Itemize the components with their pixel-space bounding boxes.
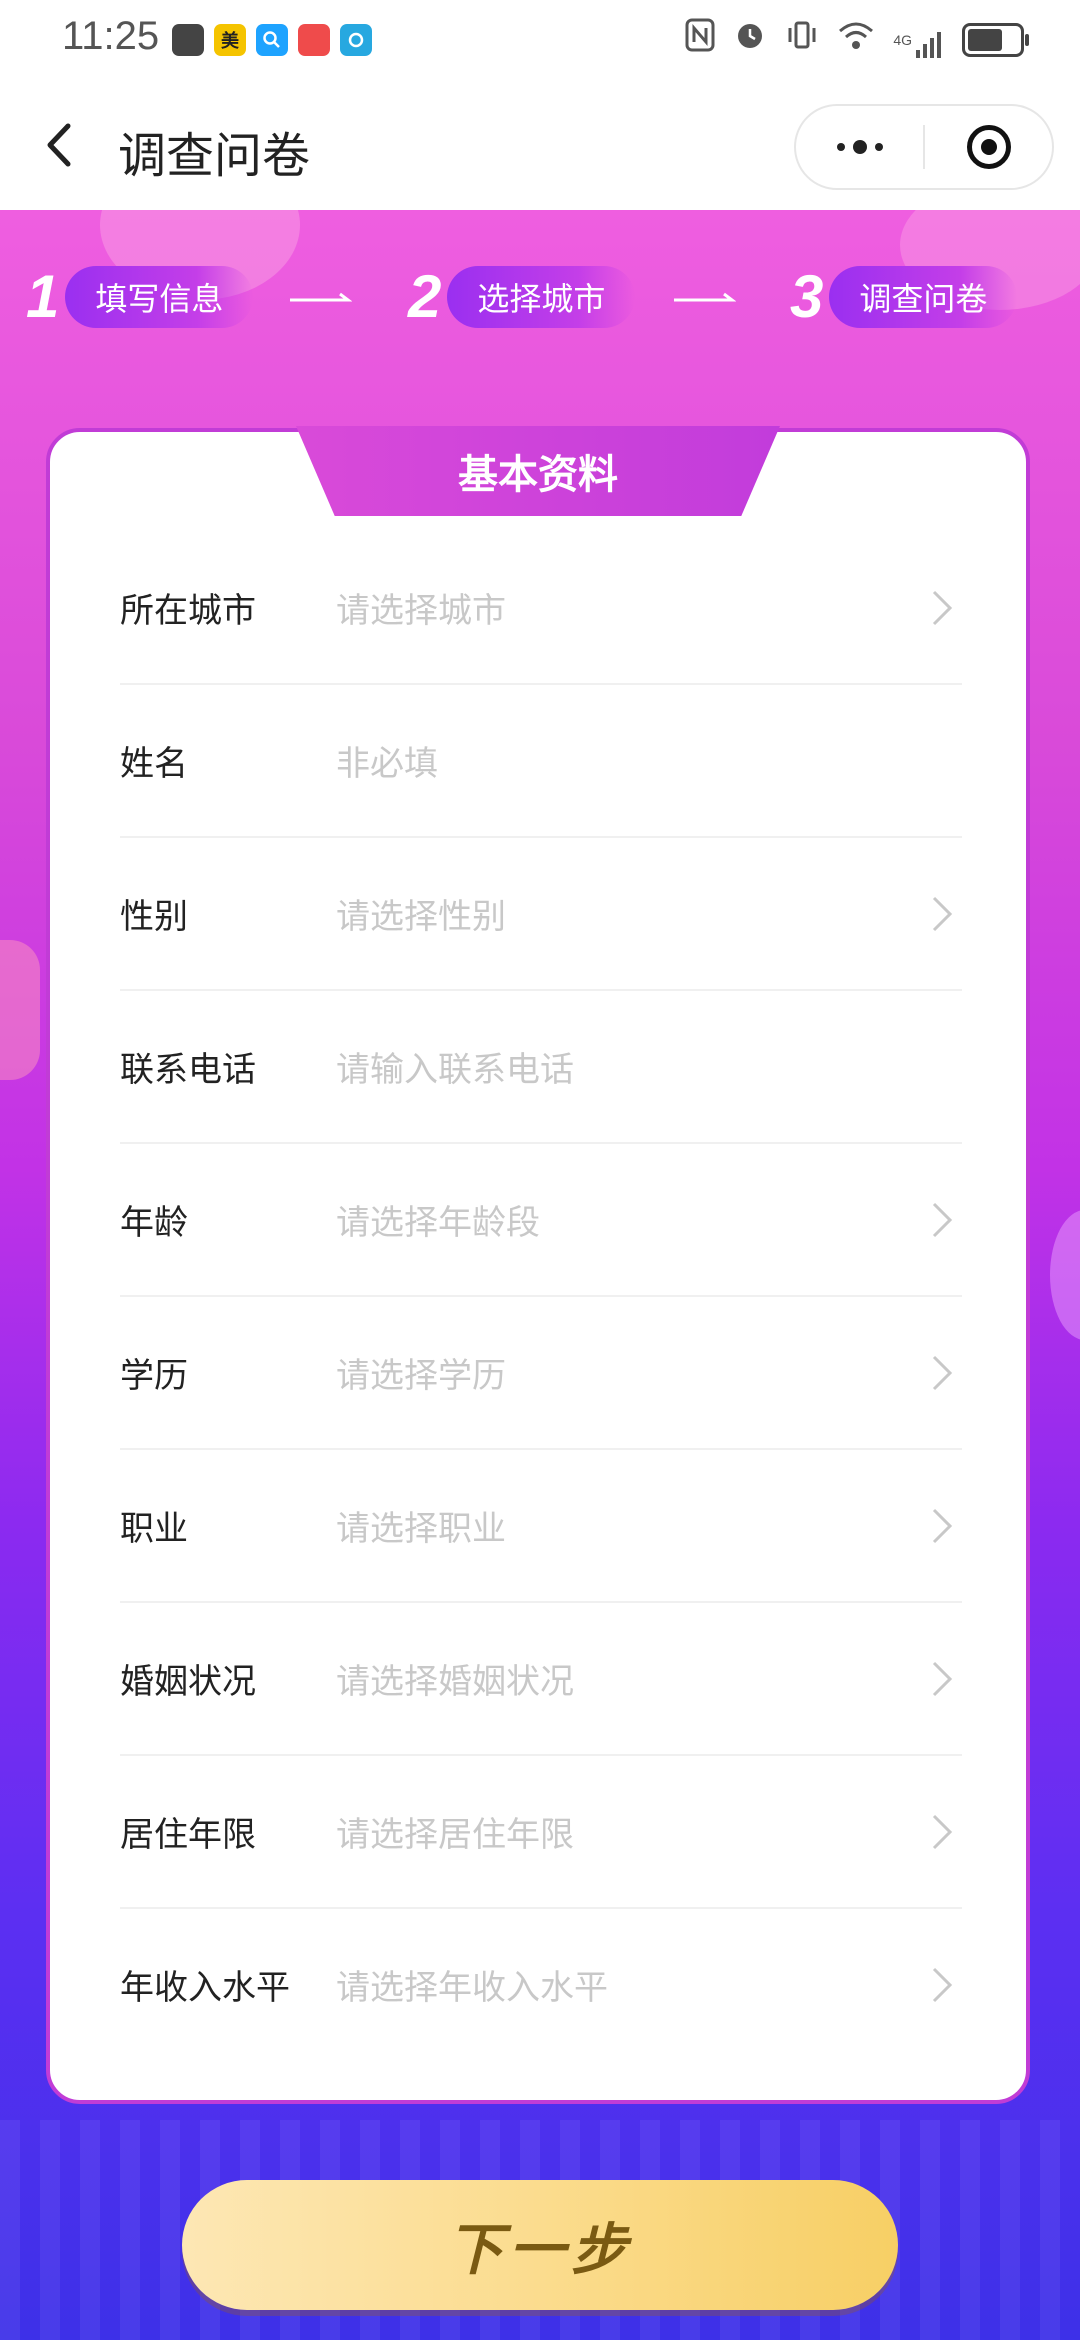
- step-number: 3: [790, 263, 824, 330]
- step-label: 选择城市: [447, 265, 636, 328]
- field-placeholder: 请选择年龄段: [336, 1204, 540, 1242]
- progress-steps: 1 填写信息 2 选择城市 3 调查问卷: [0, 262, 1080, 352]
- field-placeholder: 请输入联系电话: [336, 1051, 574, 1089]
- residence-years-field[interactable]: 居住年限 请选择居住年限: [120, 1756, 962, 1909]
- field-label: 姓名: [120, 745, 188, 783]
- field-label: 婚姻状况: [120, 1663, 256, 1701]
- mini-program-capsule: [794, 104, 1054, 190]
- field-label: 居住年限: [120, 1816, 256, 1854]
- chevron-right-icon: [932, 1814, 953, 1850]
- field-placeholder: 请选择年收入水平: [336, 1969, 608, 2007]
- more-dot-icon: [874, 143, 883, 151]
- browser-app-icon: [340, 24, 372, 56]
- close-mini-program-button[interactable]: [925, 125, 1052, 169]
- field-placeholder: 请选择学历: [336, 1357, 506, 1395]
- page-title: 调查问卷: [118, 130, 311, 183]
- chevron-right-icon: [932, 896, 953, 932]
- vibrate-icon: [785, 18, 819, 61]
- field-label: 学历: [120, 1357, 188, 1395]
- field-label: 职业: [120, 1510, 188, 1548]
- field-label: 所在城市: [120, 592, 256, 630]
- decorative-blob: [0, 940, 40, 1080]
- field-placeholder: 非必填: [336, 745, 438, 783]
- arrow-right-icon: [290, 292, 352, 302]
- target-icon: [966, 125, 1011, 169]
- phone-field[interactable]: 联系电话 请输入联系电话: [120, 991, 962, 1144]
- huawei-app-icon: [172, 24, 204, 56]
- step-label: 调查问卷: [829, 265, 1018, 328]
- next-step-button[interactable]: 下一步: [182, 2180, 898, 2310]
- city-field[interactable]: 所在城市 请选择城市: [120, 532, 962, 685]
- field-label: 年龄: [120, 1204, 188, 1242]
- status-app-icons: 美: [172, 24, 372, 56]
- field-placeholder: 请选择城市: [336, 592, 506, 630]
- meituan-app-icon: 美: [214, 24, 246, 56]
- age-field[interactable]: 年龄 请选择年龄段: [120, 1144, 962, 1297]
- chevron-right-icon: [932, 1967, 953, 2003]
- more-options-button[interactable]: [796, 106, 923, 188]
- network-type-label: 4G: [893, 31, 912, 48]
- education-field[interactable]: 学历 请选择学历: [120, 1297, 962, 1450]
- huawei-mall-app-icon: [298, 24, 330, 56]
- more-dot-icon: [852, 140, 867, 154]
- chevron-right-icon: [932, 590, 953, 626]
- chevron-right-icon: [932, 1202, 953, 1238]
- chevron-right-icon: [932, 1355, 953, 1391]
- step-3: 3 调查问卷: [790, 262, 1018, 331]
- occupation-field[interactable]: 职业 请选择职业: [120, 1450, 962, 1603]
- back-icon[interactable]: [40, 120, 80, 170]
- nfc-icon: [685, 18, 715, 61]
- field-placeholder: 请选择职业: [336, 1510, 506, 1548]
- card-title: 基本资料: [296, 426, 780, 516]
- chevron-right-icon: [932, 1661, 953, 1697]
- step-2: 2 选择城市: [408, 262, 636, 331]
- alarm-icon: [733, 18, 767, 61]
- step-number: 2: [408, 263, 442, 330]
- more-dot-icon: [836, 143, 845, 151]
- basic-info-form: 所在城市 请选择城市 姓名 非必填 性别 请选择性别 联系电话 请输入联系电话 …: [120, 532, 962, 2060]
- step-label: 填写信息: [65, 265, 254, 328]
- arrow-right-icon: [674, 292, 736, 302]
- field-label: 性别: [120, 898, 188, 936]
- basic-info-card: 基本资料 所在城市 请选择城市 姓名 非必填 性别 请选择性别 联系电话 请输入…: [46, 426, 1030, 2104]
- step-number: 1: [26, 263, 60, 330]
- marital-status-field[interactable]: 婚姻状况 请选择婚姻状况: [120, 1603, 962, 1756]
- field-label: 年收入水平: [120, 1969, 290, 2007]
- field-placeholder: 请选择性别: [336, 898, 506, 936]
- search-app-icon: [256, 24, 288, 56]
- field-label: 联系电话: [120, 1051, 256, 1089]
- field-placeholder: 请选择婚姻状况: [336, 1663, 574, 1701]
- status-indicators: 4G: [685, 18, 1029, 61]
- step-1: 1 填写信息: [26, 262, 254, 331]
- status-time: 11:25: [62, 14, 160, 58]
- signal-icon: 4G: [893, 20, 944, 60]
- chevron-right-icon: [932, 1508, 953, 1544]
- name-field[interactable]: 姓名 非必填: [120, 685, 962, 838]
- battery-icon: [962, 22, 1029, 57]
- nav-bar: 调查问卷: [0, 80, 1080, 210]
- annual-income-field[interactable]: 年收入水平 请选择年收入水平: [120, 1909, 962, 2060]
- status-bar: 11:25 美 4G: [0, 0, 1080, 80]
- field-placeholder: 请选择居住年限: [336, 1816, 574, 1854]
- wifi-icon: [837, 20, 875, 60]
- gender-field[interactable]: 性别 请选择性别: [120, 838, 962, 991]
- decorative-blob: [1050, 1210, 1080, 1340]
